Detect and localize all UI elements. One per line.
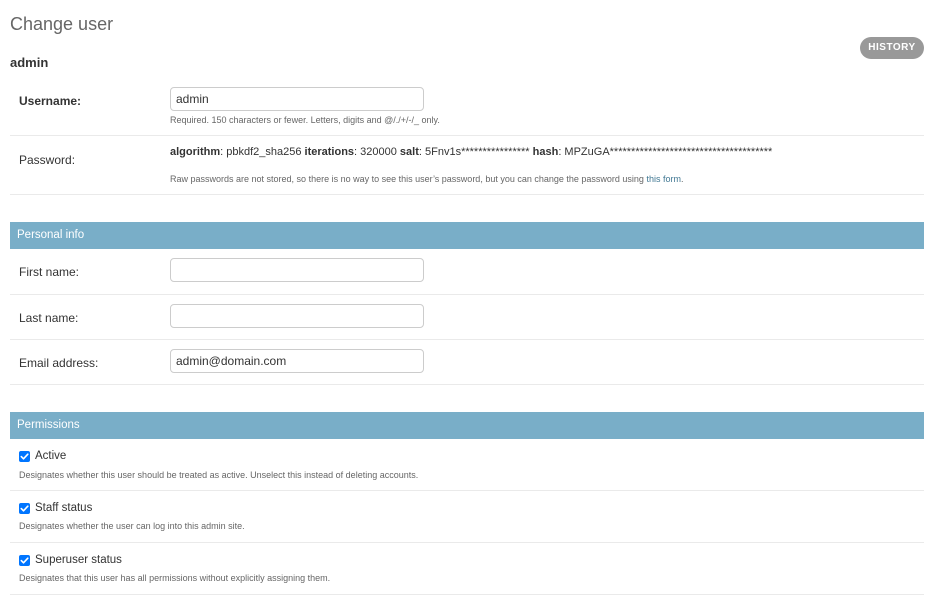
username-help: Required. 150 characters or fewer. Lette… [170, 115, 440, 125]
superuser-status-label[interactable]: Superuser status [35, 554, 122, 566]
superuser-status-checkbox[interactable] [19, 555, 30, 566]
checkmark-icon [20, 453, 29, 460]
salt-label: salt [399, 146, 419, 158]
last-name-row: Last name: [10, 295, 924, 340]
object-name: admin [10, 55, 49, 70]
checkmark-icon [20, 505, 29, 512]
staff-status-label[interactable]: Staff status [35, 502, 92, 514]
personal-info-header: Personal info [10, 222, 924, 249]
email-input[interactable] [170, 349, 424, 373]
password-hash-summary: algorithm: pbkdf2_sha256 iterations: 320… [170, 146, 772, 158]
password-help-text: Raw passwords are not stored, so there i… [170, 174, 647, 184]
active-row: Active Designates whether this user shou… [10, 439, 924, 491]
email-label: Email address: [19, 356, 99, 370]
password-help: Raw passwords are not stored, so there i… [170, 174, 683, 184]
iterations-label: iterations [304, 146, 355, 158]
algorithm-label: algorithm [170, 146, 221, 158]
checkmark-icon [20, 557, 29, 564]
active-label[interactable]: Active [35, 450, 66, 462]
hash-value: : MPZuGA********************************… [558, 146, 773, 158]
staff-status-checkbox[interactable] [19, 503, 30, 514]
change-password-link[interactable]: this form [646, 174, 681, 184]
iterations-value: : 320000 [354, 146, 400, 158]
permissions-header: Permissions [10, 412, 924, 439]
first-name-input[interactable] [170, 258, 424, 282]
first-name-label: First name: [19, 265, 80, 279]
hash-label: hash [532, 146, 559, 158]
active-help: Designates whether this user should be t… [19, 470, 419, 480]
username-row: Username: Required. 150 characters or fe… [10, 78, 924, 136]
last-name-input[interactable] [170, 304, 424, 328]
username-input[interactable] [170, 87, 424, 111]
active-checkbox[interactable] [19, 451, 30, 462]
username-label: Username: [19, 94, 82, 108]
password-row: Password: algorithm: pbkdf2_sha256 itera… [10, 136, 924, 195]
staff-status-row: Staff status Designates whether the user… [10, 491, 924, 543]
first-name-row: First name: [10, 249, 924, 295]
salt-value: : 5Fnv1s**************** [418, 146, 533, 158]
superuser-status-help: Designates that this user has all permis… [19, 573, 331, 583]
staff-status-help: Designates whether the user can log into… [19, 521, 245, 531]
algorithm-value: : pbkdf2_sha256 [220, 146, 305, 158]
history-button[interactable]: HISTORY [860, 37, 924, 59]
email-row: Email address: [10, 340, 924, 385]
page-title: Change user [10, 14, 114, 34]
last-name-label: Last name: [19, 311, 79, 325]
password-help-end: . [680, 174, 684, 184]
superuser-status-row: Superuser status Designates that this us… [10, 543, 924, 595]
password-label: Password: [19, 153, 76, 167]
